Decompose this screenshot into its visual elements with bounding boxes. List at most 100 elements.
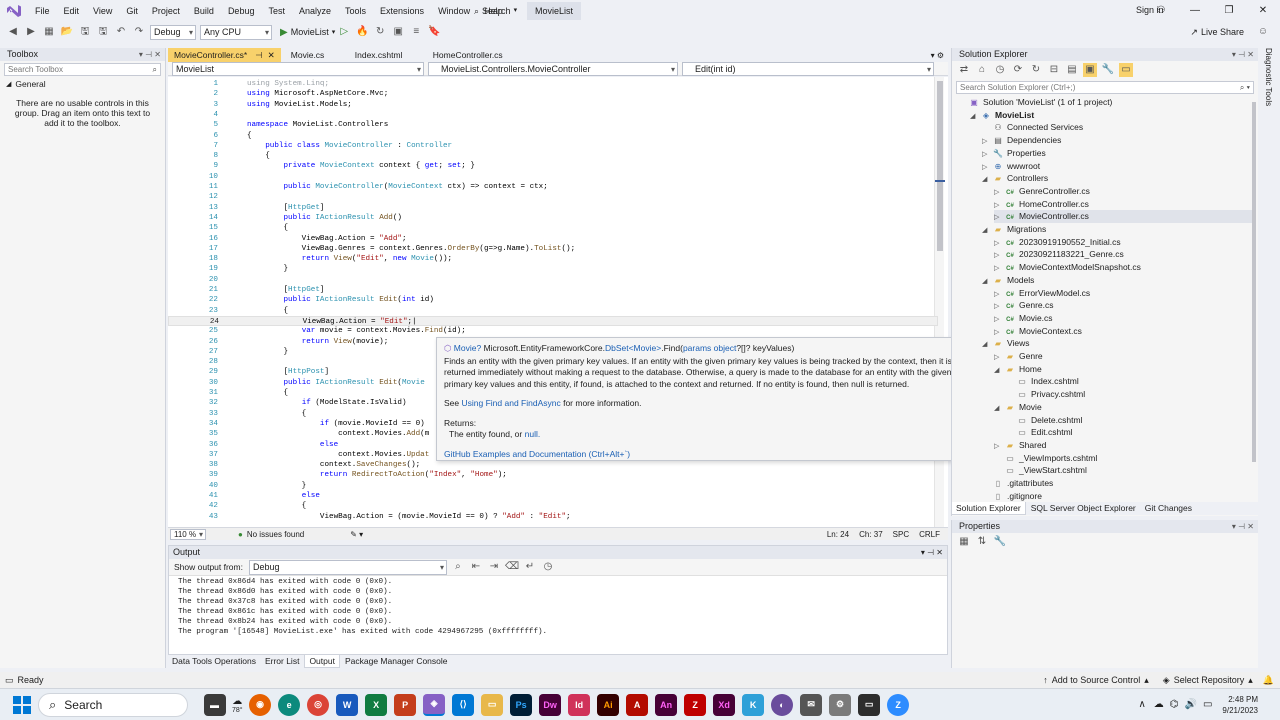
menu-file[interactable]: File bbox=[28, 0, 57, 22]
solution-tree-item[interactable]: ◢ ▰ Controllers bbox=[982, 172, 1048, 185]
expanded-arrow-icon[interactable]: ◢ bbox=[982, 225, 992, 238]
animate-icon[interactable]: An bbox=[655, 693, 678, 716]
solution-tree-item[interactable]: ▭ Edit.cshtml bbox=[1006, 426, 1072, 439]
solution-tree-item[interactable]: ▭ _ViewImports.cshtml bbox=[994, 452, 1097, 465]
pending-changes-icon[interactable]: ⟳ bbox=[1011, 63, 1025, 77]
menu-build[interactable]: Build bbox=[187, 0, 221, 22]
code-line[interactable]: 5 namespace MovieList.Controllers bbox=[168, 120, 938, 130]
folder-icon[interactable]: ▭ bbox=[481, 693, 504, 716]
zoom-icon[interactable]: Z bbox=[887, 693, 910, 716]
excel-icon[interactable]: X bbox=[365, 693, 388, 716]
comment-icon[interactable]: ≡ bbox=[409, 25, 423, 39]
filezilla-icon[interactable]: Z bbox=[684, 693, 707, 716]
powerpoint-icon[interactable]: P bbox=[394, 693, 417, 716]
code-line[interactable]: 17 ViewBag.Genres = context.Genres.Order… bbox=[168, 244, 938, 254]
member-dropdown[interactable]: Edit(int id) bbox=[682, 62, 934, 76]
expanded-arrow-icon[interactable]: ◢ bbox=[982, 276, 992, 289]
indesign-icon[interactable]: Id bbox=[568, 693, 591, 716]
live-share-button[interactable]: ↗ Live Share bbox=[1190, 27, 1244, 38]
battery-icon[interactable]: ▭ bbox=[1203, 699, 1212, 710]
home-icon[interactable]: ⌂ bbox=[975, 63, 989, 77]
expanded-arrow-icon[interactable]: ◢ bbox=[994, 403, 1004, 416]
tab-git-changes[interactable]: Git Changes bbox=[1141, 502, 1196, 515]
solution-tree-item[interactable]: ▷ C# Genre.cs bbox=[994, 299, 1054, 312]
solution-tree-item[interactable]: ▷ ▰ Genre bbox=[994, 350, 1043, 363]
cursor-char[interactable]: Ch: 37 bbox=[859, 530, 883, 539]
code-line[interactable]: 22 public IActionResult Edit(int id) bbox=[168, 295, 938, 305]
word-icon[interactable]: W bbox=[336, 693, 359, 716]
tab-homecontroller[interactable]: HomeController.cs bbox=[427, 48, 509, 62]
refresh-icon[interactable]: ↻ bbox=[1029, 63, 1043, 77]
code-line[interactable]: 12 bbox=[168, 192, 938, 202]
preview-icon[interactable]: ▣ bbox=[1083, 63, 1097, 77]
sync-icon[interactable]: ⇄ bbox=[957, 63, 971, 77]
solution-tree-item[interactable]: ▷ ▰ Shared bbox=[994, 439, 1046, 452]
solution-tree-item[interactable]: ▭ Delete.cshtml bbox=[1006, 414, 1082, 427]
code-line[interactable]: 23 { bbox=[168, 306, 938, 316]
issues-label[interactable]: No issues found bbox=[247, 530, 304, 539]
cursor-line[interactable]: Ln: 24 bbox=[827, 530, 849, 539]
expanded-arrow-icon[interactable]: ◢ bbox=[982, 174, 992, 187]
save-all-icon[interactable]: 🖫 bbox=[96, 25, 110, 39]
solution-tree-item[interactable]: ◢ ▰ Movie bbox=[994, 401, 1042, 414]
solution-tree-item[interactable]: ▷ C# MovieContext.cs bbox=[994, 325, 1082, 338]
config-dropdown[interactable]: Debug bbox=[150, 24, 196, 40]
diagnostic-tools-tab[interactable]: Diagnostic Tools bbox=[1260, 48, 1280, 668]
xd-icon[interactable]: Xd bbox=[713, 693, 736, 716]
solution-tree-item[interactable]: ⚇ Connected Services bbox=[982, 121, 1083, 134]
menu-extensions[interactable]: Extensions bbox=[373, 0, 431, 22]
github-examples-link[interactable]: GitHub Examples and Documentation (Ctrl+… bbox=[444, 449, 970, 461]
solution-tree-item[interactable]: ◢ ▰ Migrations bbox=[982, 223, 1046, 236]
notifications-icon[interactable]: 🔔 bbox=[1263, 675, 1274, 686]
firefox-icon[interactable]: ◉ bbox=[249, 693, 272, 716]
tab-movie[interactable]: Movie.cs bbox=[285, 48, 345, 62]
code-line[interactable]: 19 } bbox=[168, 264, 938, 274]
toolbox-search-input[interactable]: Search Toolbox ⌕ bbox=[4, 63, 161, 76]
file-explorer-icon[interactable]: ▬ bbox=[203, 693, 226, 716]
solution-tree-item[interactable]: ▭ Index.cshtml bbox=[1006, 375, 1079, 388]
code-line[interactable]: 43 ViewBag.Action = (movie.MovieId == 0)… bbox=[168, 512, 938, 522]
weather-widget[interactable]: ☁ 78° bbox=[232, 696, 243, 714]
properties-icon[interactable]: 🔧 bbox=[1101, 63, 1115, 77]
mail-icon[interactable]: ✉ bbox=[800, 693, 823, 716]
output-source-dropdown[interactable]: Debug bbox=[248, 559, 447, 575]
code-line[interactable]: 14 public IActionResult Add() bbox=[168, 213, 938, 223]
code-line[interactable]: 20 bbox=[168, 275, 938, 285]
chrome-icon[interactable]: ◎ bbox=[307, 693, 330, 716]
solution-tree-item[interactable]: ▯ .gitattributes bbox=[982, 477, 1054, 490]
solution-tree-item[interactable]: ▷ 🔧 Properties bbox=[982, 147, 1046, 160]
vscode-icon[interactable]: ⟨⟩ bbox=[452, 693, 475, 716]
project-dropdown[interactable]: MovieList bbox=[172, 62, 424, 76]
zoom-dropdown[interactable]: 110 % bbox=[170, 528, 206, 540]
run-button[interactable]: ▶ MovieList ▾ bbox=[280, 27, 335, 38]
dreamweaver-icon[interactable]: Dw bbox=[539, 693, 562, 716]
solution-tree-item[interactable]: ◢ ◈ MovieList bbox=[970, 109, 1034, 122]
scrollbar-thumb[interactable] bbox=[1252, 102, 1256, 462]
menu-tools[interactable]: Tools bbox=[338, 0, 373, 22]
feedback-icon[interactable]: ☺ bbox=[1256, 25, 1270, 39]
solution-tree-item[interactable]: ▭ _ViewStart.cshtml bbox=[994, 464, 1087, 477]
solution-tree-item[interactable]: ◢ ▰ Home bbox=[994, 363, 1042, 376]
panel-buttons[interactable]: ▾ ⊣ ✕ bbox=[921, 546, 943, 559]
returns-null[interactable]: null. bbox=[525, 429, 541, 439]
taskbar-search-box[interactable]: ⌕ Search bbox=[38, 692, 188, 717]
settings-icon[interactable]: ⚙ bbox=[829, 693, 852, 716]
tab-package-manager-console[interactable]: Package Manager Console bbox=[341, 655, 452, 668]
tray-chevron-icon[interactable]: ∧ bbox=[1138, 699, 1145, 710]
solution-tree-item[interactable]: ▭ Privacy.cshtml bbox=[1006, 388, 1085, 401]
close-button[interactable]: ✕ bbox=[1246, 0, 1280, 22]
menu-view[interactable]: View bbox=[86, 0, 119, 22]
platform-dropdown[interactable]: Any CPU bbox=[200, 24, 272, 40]
timestamp-icon[interactable]: ◷ bbox=[541, 560, 555, 574]
tab-output[interactable]: Output bbox=[304, 655, 340, 668]
open-icon[interactable]: 📂 bbox=[60, 25, 74, 39]
history-icon[interactable]: ◷ bbox=[993, 63, 1007, 77]
code-line[interactable]: 3 using MovieList.Models; bbox=[168, 100, 938, 110]
code-line[interactable]: 7 public class MovieController : Control… bbox=[168, 141, 938, 151]
code-line[interactable]: 18 return View("Edit", new Movie()); bbox=[168, 254, 938, 264]
code-line[interactable]: 39 return RedirectToAction("Index", "Hom… bbox=[168, 470, 938, 480]
menu-analyze[interactable]: Analyze bbox=[292, 0, 338, 22]
toolbox-icon[interactable]: ▣ bbox=[391, 25, 405, 39]
code-line[interactable]: 10 bbox=[168, 172, 938, 182]
solution-tree-item[interactable]: ▷ ⊕ wwwroot bbox=[982, 160, 1040, 173]
